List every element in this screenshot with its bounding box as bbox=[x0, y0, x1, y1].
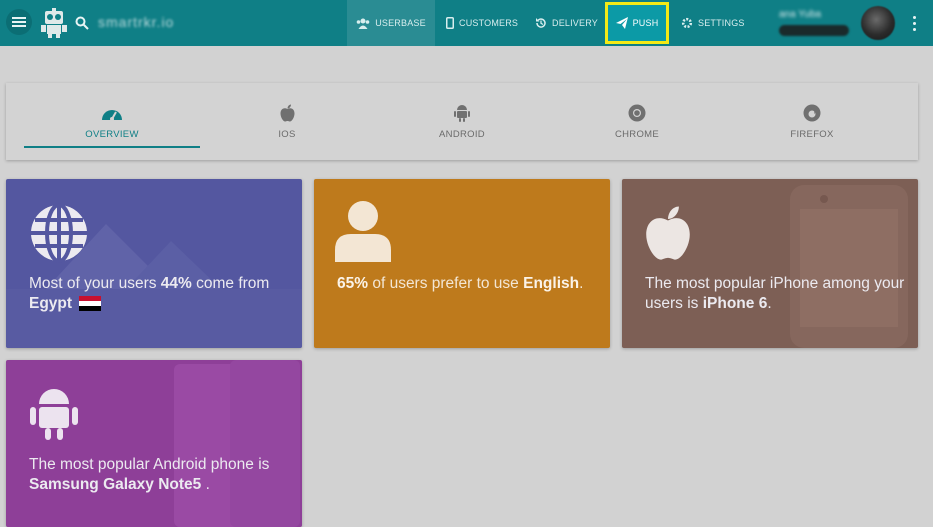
more-options-icon[interactable] bbox=[912, 14, 918, 32]
egypt-flag-icon bbox=[79, 296, 102, 312]
tab-ios-label: IOS bbox=[278, 129, 296, 140]
user-icon bbox=[335, 201, 391, 262]
nav-push[interactable]: PUSH bbox=[605, 2, 669, 44]
tab-chrome-label: CHROME bbox=[614, 129, 660, 140]
tab-android[interactable]: ANDROID bbox=[374, 83, 550, 160]
app-name[interactable]: smartrkr.io bbox=[98, 14, 174, 30]
tab-overview-label: OVERVIEW bbox=[85, 129, 139, 140]
tab-firefox-label: FIREFOX bbox=[790, 129, 834, 140]
nav-delivery-label: DELIVERY bbox=[552, 18, 598, 28]
dashboard-icon bbox=[102, 110, 122, 121]
top-language-card[interactable]: 65% of users prefer to use English. bbox=[314, 179, 610, 348]
users-icon bbox=[356, 18, 370, 29]
firefox-icon bbox=[803, 104, 821, 122]
nav-settings[interactable]: SETTINGS bbox=[681, 0, 745, 46]
gear-icon bbox=[681, 17, 693, 29]
nav-settings-label: SETTINGS bbox=[698, 18, 745, 28]
top-iphone-text: The most popular iPhone among your users… bbox=[645, 275, 905, 312]
user-name[interactable]: ana Yuba bbox=[779, 9, 849, 21]
history-icon bbox=[536, 18, 546, 28]
nav-customers[interactable]: CUSTOMERS bbox=[446, 0, 518, 46]
tab-overview[interactable]: OVERVIEW bbox=[24, 83, 200, 160]
user-subtitle bbox=[779, 25, 849, 36]
nav-push-label: PUSH bbox=[632, 18, 659, 28]
chrome-icon bbox=[628, 104, 646, 122]
top-language-text: 65% of users prefer to use English. bbox=[337, 275, 584, 292]
top-android-text: The most popular Android phone is Samsun… bbox=[29, 456, 270, 493]
top-country-card[interactable]: Most of your users 44% come from Egypt bbox=[6, 179, 302, 348]
paper-plane-icon bbox=[615, 17, 628, 29]
nav-userbase[interactable]: USERBASE bbox=[347, 0, 435, 46]
nav-customers-label: CUSTOMERS bbox=[459, 18, 519, 28]
globe-icon bbox=[31, 203, 87, 263]
apple-icon bbox=[280, 104, 294, 122]
nav-userbase-label: USERBASE bbox=[375, 18, 426, 28]
android-icon bbox=[30, 389, 78, 440]
top-bar: smartrkr.io USERBASE CUSTOMERS DELIVERY … bbox=[0, 0, 933, 46]
tab-android-label: ANDROID bbox=[439, 129, 485, 140]
android-icon bbox=[454, 105, 470, 122]
nav-delivery[interactable]: DELIVERY bbox=[535, 0, 598, 46]
tab-firefox[interactable]: FIREFOX bbox=[724, 83, 900, 160]
top-country-text: Most of your users 44% come from Egypt bbox=[29, 275, 270, 312]
tab-ios[interactable]: IOS bbox=[199, 83, 375, 160]
menu-button[interactable] bbox=[6, 9, 32, 35]
tab-chrome[interactable]: CHROME bbox=[549, 83, 725, 160]
apple-icon bbox=[646, 206, 690, 260]
robot-logo-icon[interactable] bbox=[40, 8, 68, 38]
phone-icon bbox=[446, 17, 454, 29]
platform-tabs: OVERVIEW IOS ANDROID CHROME FIREFOX bbox=[6, 83, 918, 160]
top-iphone-card[interactable]: The most popular iPhone among your users… bbox=[622, 179, 918, 348]
active-tab-indicator bbox=[24, 146, 200, 148]
search-icon[interactable] bbox=[75, 16, 89, 30]
avatar[interactable] bbox=[861, 6, 895, 40]
top-android-card[interactable]: The most popular Android phone is Samsun… bbox=[6, 360, 302, 527]
